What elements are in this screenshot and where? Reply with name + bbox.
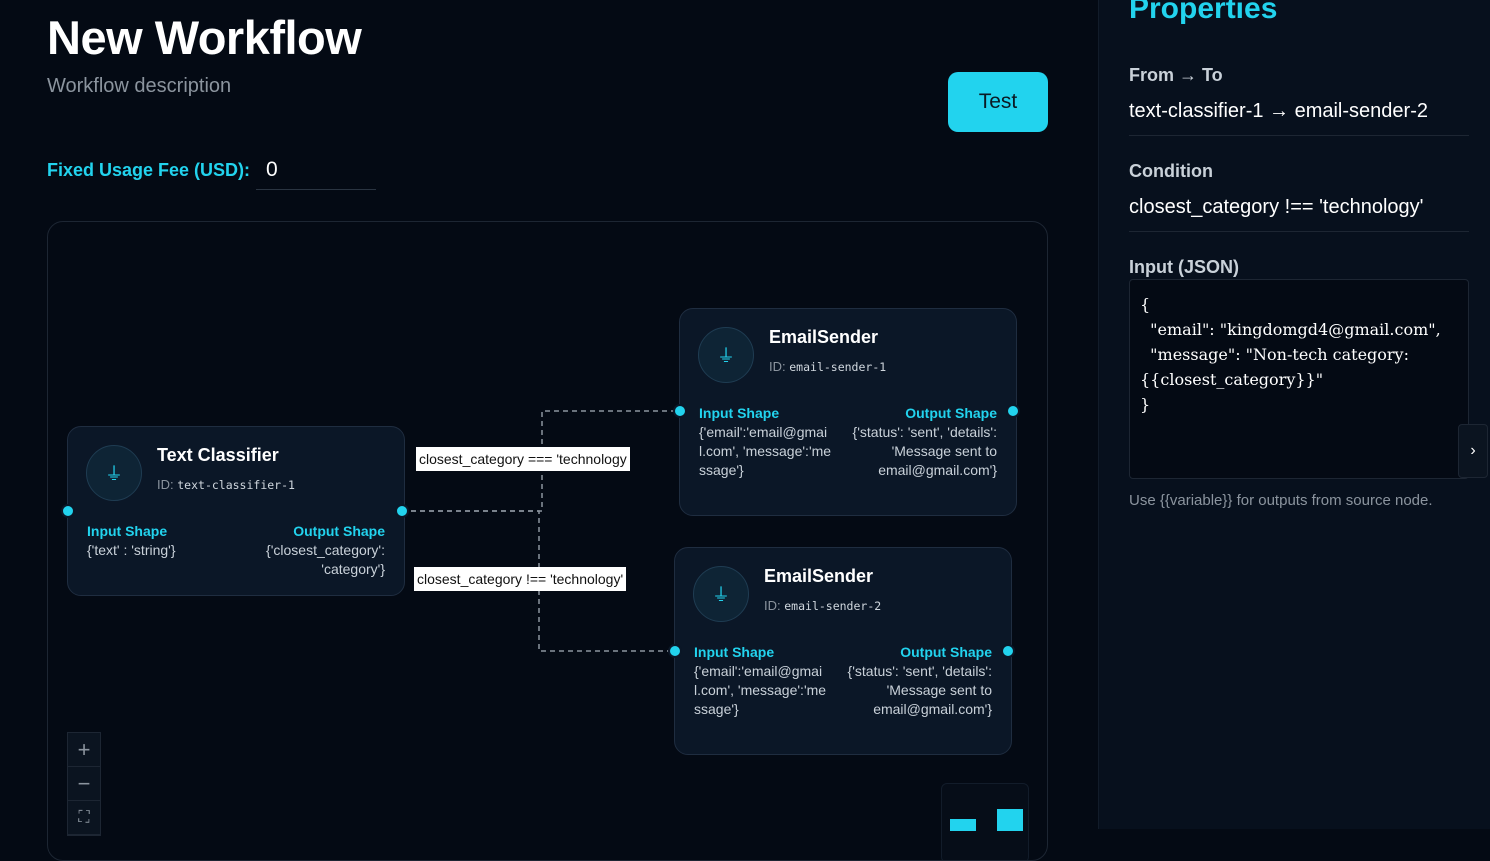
minimap[interactable]: [941, 783, 1029, 860]
input-shape: Input Shape {'text' : 'string'}: [87, 523, 176, 558]
from-to-value: text-classifier-1 → email-sender-2: [1129, 100, 1469, 136]
input-json-label: Input (JSON): [1129, 257, 1239, 277]
condition-input[interactable]: closest_category !== 'technology': [1129, 196, 1469, 232]
input-port[interactable]: [668, 644, 682, 658]
plug-icon: ⏚: [698, 327, 754, 383]
variable-hint: Use {{variable}} for outputs from source…: [1129, 492, 1433, 509]
zoom-controls: + − ⛶: [67, 732, 101, 836]
node-email-sender-1[interactable]: ⏚ EmailSender ID: email-sender-1 Input S…: [679, 308, 1017, 516]
input-json-textarea[interactable]: { "email": "kingdomgd4@gmail.com", "mess…: [1129, 279, 1469, 479]
zoom-out-button[interactable]: −: [68, 767, 100, 801]
page-title: New Workflow: [47, 11, 362, 64]
input-port[interactable]: [61, 504, 75, 518]
minimap-node: [950, 819, 976, 831]
edge-label-technology[interactable]: closest_category === 'technology: [416, 447, 630, 471]
node-text-classifier[interactable]: ⏚ Text Classifier ID: text-classifier-1 …: [67, 426, 405, 596]
minimap-node: [997, 809, 1023, 831]
output-shape: Output Shape {'status': 'sent', 'details…: [852, 405, 997, 478]
flow-canvas[interactable]: ⏚ Text Classifier ID: text-classifier-1 …: [47, 221, 1048, 861]
output-port[interactable]: [395, 504, 409, 518]
node-id: ID: email-sender-2: [764, 598, 882, 613]
input-shape: Input Shape {'email':'email@gmail.com', …: [699, 405, 832, 478]
plug-icon: ⏚: [86, 445, 142, 501]
output-shape: Output Shape {'status': 'sent', 'details…: [847, 644, 992, 717]
fee-input[interactable]: 0: [256, 152, 376, 190]
zoom-in-button[interactable]: +: [68, 733, 100, 767]
fit-view-button[interactable]: ⛶: [68, 801, 100, 835]
workflow-editor: New Workflow Workflow description Test F…: [0, 0, 1098, 861]
input-shape: Input Shape {'email':'email@gmail.com', …: [694, 644, 827, 717]
properties-panel: Properties From → To text-classifier-1 →…: [1098, 0, 1490, 829]
node-id: ID: text-classifier-1: [157, 477, 295, 492]
node-id: ID: email-sender-1: [769, 359, 887, 374]
properties-title: Properties: [1129, 0, 1278, 25]
edge-label-non-technology[interactable]: closest_category !== 'technology': [414, 567, 627, 591]
node-title: Text Classifier: [157, 445, 279, 465]
output-port[interactable]: [1006, 404, 1020, 418]
workflow-description[interactable]: Workflow description: [47, 75, 231, 98]
node-title: EmailSender: [764, 566, 874, 586]
input-port[interactable]: [673, 404, 687, 418]
output-shape: Output Shape {'closest_category': 'categ…: [266, 523, 385, 577]
test-button[interactable]: Test: [948, 72, 1048, 132]
from-to-label: From → To: [1129, 65, 1223, 85]
condition-label: Condition: [1129, 161, 1213, 181]
output-port[interactable]: [1001, 644, 1015, 658]
node-title: EmailSender: [769, 327, 879, 347]
fee-label: Fixed Usage Fee (USD):: [47, 160, 251, 180]
node-email-sender-2[interactable]: ⏚ EmailSender ID: email-sender-2 Input S…: [674, 547, 1012, 755]
chevron-right-icon[interactable]: ›: [1458, 424, 1488, 478]
plug-icon: ⏚: [693, 566, 749, 622]
